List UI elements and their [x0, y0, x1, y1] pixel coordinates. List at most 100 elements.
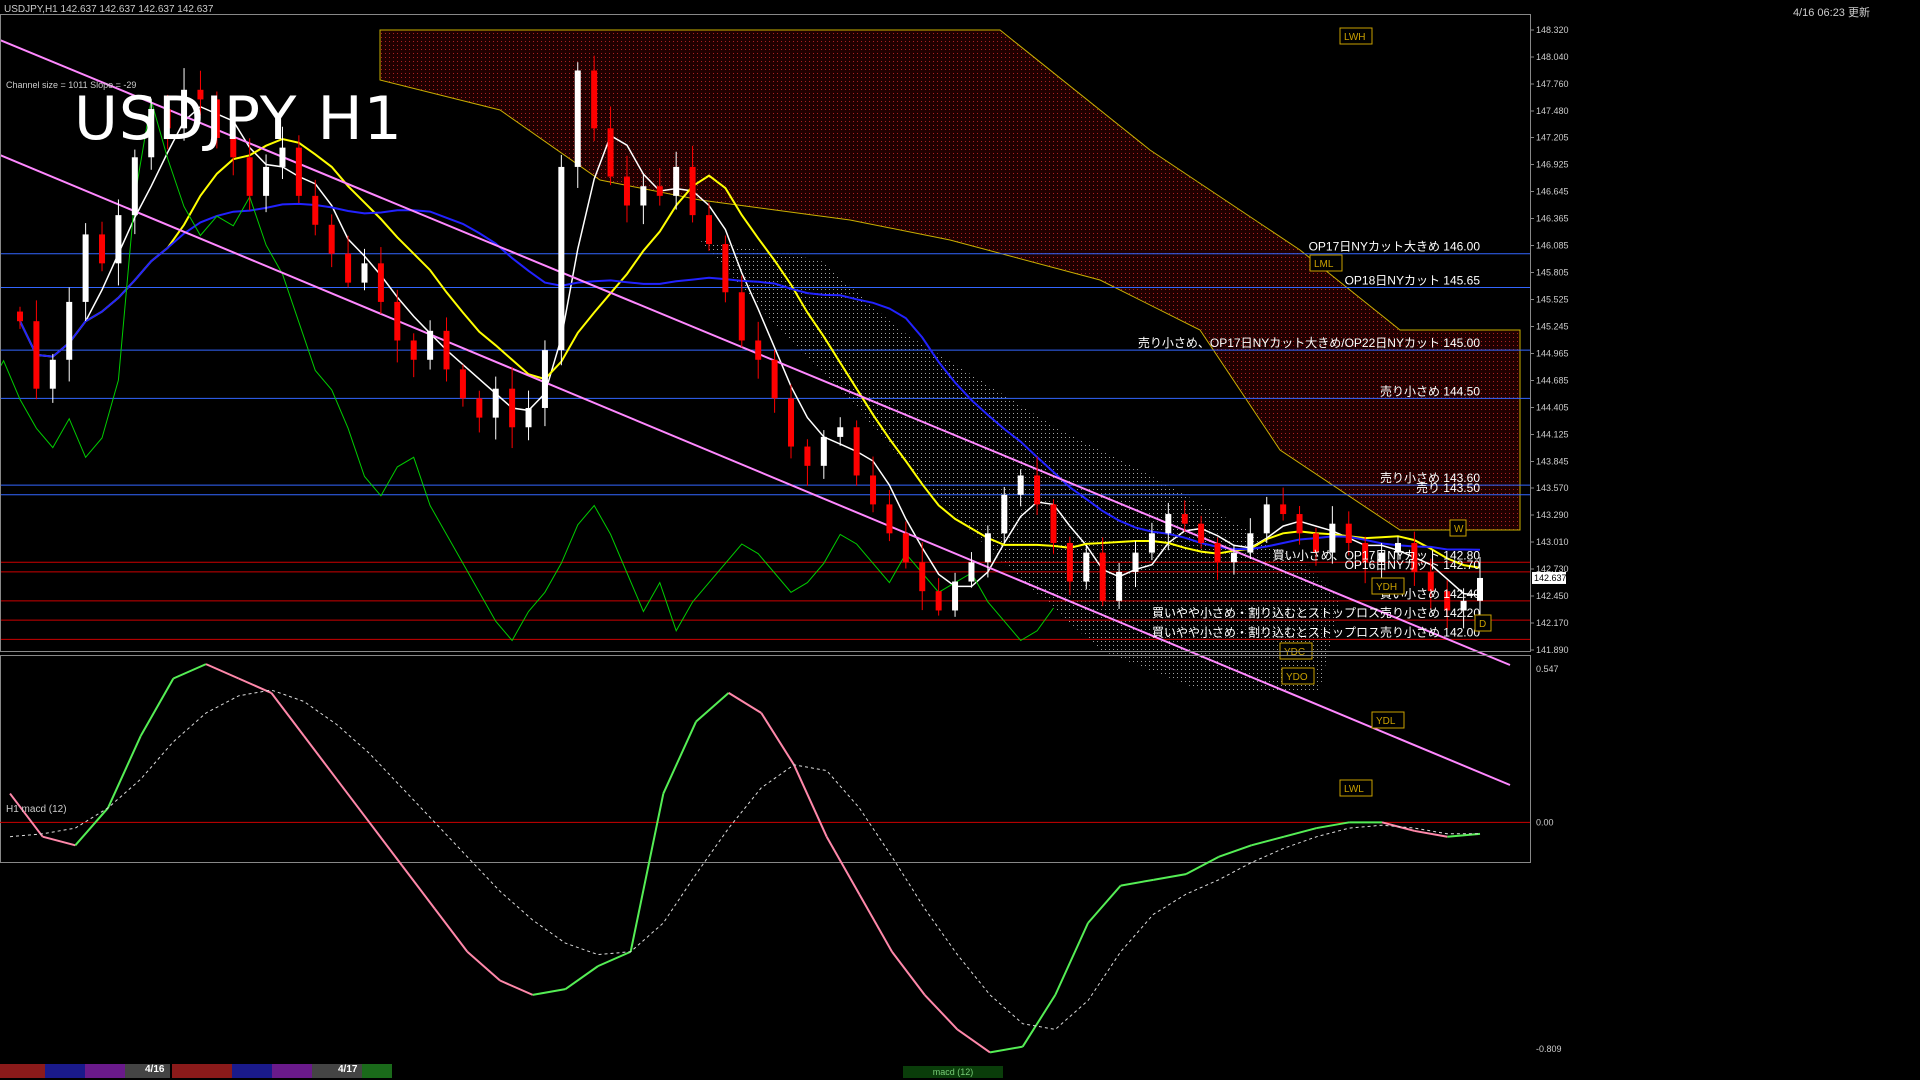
- pivot-tag: YDO: [1286, 672, 1308, 683]
- candle-body: [1263, 504, 1270, 534]
- candle-body: [1017, 475, 1024, 495]
- candle-body: [919, 562, 926, 592]
- macd-main-segment: [564, 965, 599, 990]
- macd-main-segment: [303, 735, 338, 780]
- macd-main-segment: [825, 836, 861, 895]
- price-tick-label: 146.645: [1536, 187, 1569, 197]
- price-tick-label: 143.570: [1536, 483, 1569, 493]
- candle-body: [1132, 552, 1139, 572]
- candle-body: [49, 359, 56, 389]
- macd-main-segment: [891, 951, 926, 996]
- price-level-label: 売り小さめ、OP17日NYカット大きめ/OP22日NYカット 145.00: [1138, 335, 1480, 350]
- candle-body: [99, 234, 106, 264]
- candle-body: [115, 215, 122, 264]
- macd-main-segment: [466, 950, 501, 982]
- macd-main-segment: [74, 807, 109, 846]
- macd-main-segment: [335, 778, 371, 823]
- macd-main-segment: [760, 712, 795, 766]
- macd-main-segment: [107, 735, 142, 809]
- price-level-label: 売り小さめ 144.50: [1380, 383, 1480, 398]
- candle-body: [509, 388, 516, 428]
- candle-body: [345, 253, 352, 283]
- macd-main-segment: [1251, 835, 1285, 847]
- candle-body: [1066, 542, 1073, 582]
- candle-body: [427, 330, 434, 360]
- macd-main-segment: [597, 950, 632, 968]
- candle-body: [377, 263, 384, 302]
- candle-body: [263, 166, 270, 196]
- price-level-label: 売り 143.50: [1416, 480, 1480, 495]
- date-marker-4-16: 4/16: [145, 1064, 165, 1075]
- macd-main-segment: [401, 864, 436, 910]
- candle-body: [541, 350, 548, 408]
- chart-title: USDJPY H1: [74, 84, 403, 154]
- macd-main-segment: [270, 692, 305, 737]
- tab-macd[interactable]: macd (12): [903, 1066, 1003, 1078]
- pivot-tag: W: [1454, 524, 1464, 535]
- price-tick-label: 143.290: [1536, 510, 1569, 520]
- macd-main-segment: [1218, 844, 1252, 858]
- candle-body: [640, 186, 647, 206]
- price-tick-label: 144.685: [1536, 375, 1569, 385]
- candle-body: [394, 301, 401, 341]
- candle-body: [459, 369, 466, 399]
- price-level-label: OP17日NYカット大きめ 146.00: [1309, 240, 1481, 254]
- candle-body: [689, 166, 696, 216]
- macd-main-segment: [1153, 873, 1187, 881]
- period-segment: [172, 1064, 232, 1078]
- candle-body: [492, 388, 499, 418]
- candle-body: [804, 446, 811, 466]
- price-tick-label: 144.965: [1536, 348, 1569, 358]
- price-tick-label: 143.845: [1536, 456, 1569, 466]
- candle-body: [476, 398, 483, 418]
- period-segment: [272, 1064, 312, 1078]
- candle-body: [1148, 533, 1155, 553]
- price-tick-label: 143.010: [1536, 537, 1569, 547]
- candle-body: [1099, 552, 1106, 601]
- period-segment: [0, 1064, 45, 1078]
- macd-main-segment: [629, 793, 665, 952]
- price-level-label: OP16日NYカット 142.70: [1345, 558, 1481, 572]
- price-tick-label: 148.320: [1536, 25, 1569, 35]
- price-tick-label: 145.805: [1536, 268, 1569, 278]
- candle-body: [1034, 475, 1041, 505]
- pivot-tag: LML: [1314, 259, 1334, 270]
- price-tick-label: 145.525: [1536, 295, 1569, 305]
- candle-body: [1230, 552, 1237, 563]
- candle-body: [1083, 552, 1090, 582]
- candle-body: [591, 70, 598, 129]
- candle-body: [1280, 504, 1287, 515]
- price-tick-label: 142.450: [1536, 591, 1569, 601]
- pivot-tag: YDC: [1284, 647, 1305, 658]
- macd-main-segment: [695, 692, 730, 723]
- macd-main-segment: [858, 893, 893, 953]
- candle-body: [1198, 523, 1205, 543]
- candle-body: [312, 195, 319, 225]
- macd-main-segment: [989, 1045, 1023, 1054]
- period-segment: [45, 1064, 85, 1078]
- macd-main-segment: [1185, 855, 1220, 875]
- price-tick-label: 141.890: [1536, 645, 1569, 655]
- candle-body: [902, 533, 909, 563]
- pivot-tag: LWL: [1344, 784, 1364, 795]
- candle-body: [443, 330, 450, 370]
- candle-body: [1165, 514, 1172, 534]
- period-segment: [85, 1064, 125, 1078]
- price-tick-label: 147.480: [1536, 106, 1569, 116]
- candle-body: [952, 581, 959, 611]
- candle-body: [525, 407, 532, 428]
- candle-body: [574, 70, 581, 167]
- candle-body: [1050, 504, 1057, 543]
- price-chart[interactable]: OP17日NYカット大きめ 146.00 OP18日NYカット 145.65 売り小…: [0, 0, 1920, 1080]
- macd-main-segment: [139, 678, 175, 737]
- candle-body: [788, 398, 795, 447]
- candle-body: [623, 176, 630, 206]
- candle-body: [1247, 533, 1254, 553]
- macd-axis-label: 0.00: [1536, 817, 1554, 827]
- candle-body: [131, 157, 138, 216]
- candle-body: [984, 533, 991, 563]
- macd-main-segment: [1414, 829, 1448, 838]
- macd-main-segment: [956, 1028, 991, 1054]
- candle-body: [1001, 494, 1008, 534]
- macd-main-segment: [662, 721, 697, 794]
